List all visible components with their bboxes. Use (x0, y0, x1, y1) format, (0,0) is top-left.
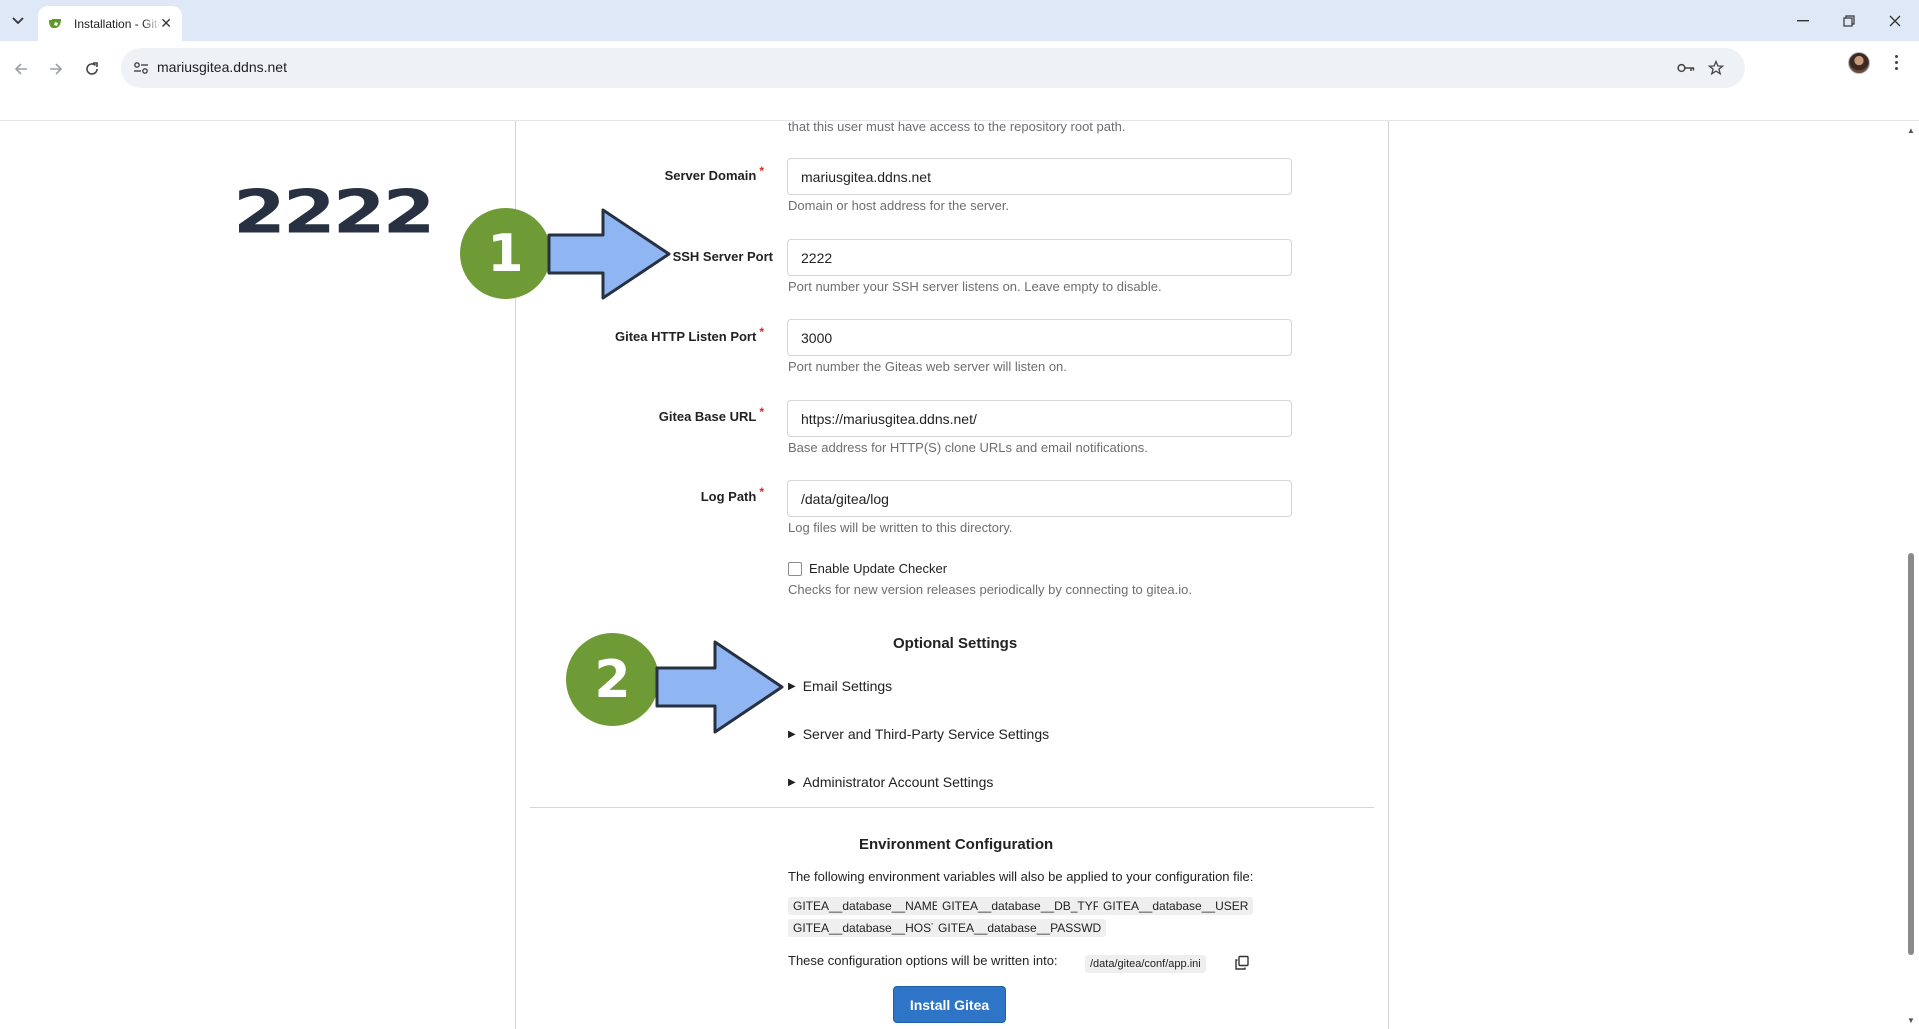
browser-titlebar: Installation - Gitea ✕ (0, 0, 1919, 41)
page-scrollbar[interactable]: ▲ ▼ (1903, 121, 1919, 1029)
forward-button[interactable] (41, 54, 71, 84)
environment-description: The following environment variables will… (788, 869, 1254, 884)
url-text[interactable]: mariusgitea.ddns.net (157, 59, 287, 75)
base-url-input[interactable] (787, 400, 1292, 437)
http-port-helper: Port number the Giteas web server will l… (788, 359, 1067, 374)
expand-triangle-icon: ▶ (788, 728, 796, 740)
required-star: * (759, 405, 764, 419)
forward-arrow-icon (50, 63, 63, 75)
profile-avatar[interactable] (1848, 52, 1870, 74)
required-star: * (759, 485, 764, 499)
log-path-input[interactable] (787, 480, 1292, 517)
environment-config-title: Environment Configuration (859, 836, 1054, 853)
repo-root-helper: that this user must have access to the r… (788, 121, 1126, 134)
base-url-label: Gitea Base URL * (658, 405, 764, 424)
annotation-arrow-2 (655, 640, 784, 734)
tab-search-button[interactable] (6, 9, 30, 33)
scrollbar-thumb[interactable] (1908, 553, 1914, 955)
password-key-icon[interactable] (1676, 58, 1696, 78)
install-gitea-button[interactable]: Install Gitea (893, 986, 1006, 1023)
annotation-badge-1: 1 (460, 208, 551, 299)
browser-toolbar: mariusgitea.ddns.net (0, 41, 1919, 121)
config-written-label: These configuration options will be writ… (788, 953, 1058, 968)
back-arrow-icon (14, 63, 27, 75)
site-info-icon[interactable] (131, 58, 151, 78)
minimize-icon (1797, 19, 1809, 21)
ssh-port-label: SSH Server Port (672, 249, 773, 264)
email-settings-toggle[interactable]: ▶ Email Settings (788, 678, 892, 694)
ssh-port-input[interactable] (787, 239, 1292, 276)
required-star: * (759, 164, 764, 178)
tab-close-icon[interactable]: ✕ (160, 15, 172, 32)
update-checker-label[interactable]: Enable Update Checker (809, 561, 947, 576)
env-var-chip: GITEA__database__NAME (788, 897, 945, 915)
browser-menu-icon[interactable] (1886, 51, 1906, 73)
env-var-chip: GITEA__database__USER (1098, 897, 1254, 915)
section-divider (530, 807, 1374, 808)
expand-triangle-icon: ▶ (788, 776, 796, 788)
tab-title: Installation - Gitea (74, 16, 160, 31)
restore-window-button[interactable] (1826, 0, 1872, 41)
annotation-badge-2: 2 (566, 633, 659, 726)
minimize-window-button[interactable] (1780, 0, 1826, 41)
admin-account-settings-toggle[interactable]: ▶ Administrator Account Settings (788, 774, 993, 790)
required-star: * (759, 325, 764, 339)
chevron-down-icon (12, 17, 24, 25)
reload-icon (86, 62, 98, 75)
annotation-arrow-1 (547, 208, 671, 300)
annotation-port-number: 2222 (233, 177, 436, 247)
base-url-helper: Base address for HTTP(S) clone URLs and … (788, 440, 1148, 455)
browser-tab-active[interactable]: Installation - Gitea ✕ (38, 6, 182, 41)
reload-button[interactable] (77, 54, 107, 84)
expand-triangle-icon: ▶ (788, 680, 796, 692)
ssh-port-helper: Port number your SSH server listens on. … (788, 279, 1162, 294)
server-domain-label: Server Domain * (664, 164, 764, 183)
scroll-up-icon[interactable]: ▲ (1906, 125, 1916, 135)
env-var-chip: GITEA__database__PASSWD (933, 919, 1107, 937)
address-bar[interactable]: mariusgitea.ddns.net (121, 48, 1745, 88)
close-icon (1889, 15, 1901, 26)
page-viewport: that this user must have access to the r… (0, 121, 1919, 1029)
http-port-label: Gitea HTTP Listen Port * (614, 325, 764, 344)
scroll-down-icon[interactable]: ▼ (1906, 1015, 1916, 1025)
server-domain-helper: Domain or host address for the server. (788, 198, 1010, 213)
update-checker-checkbox[interactable] (788, 562, 802, 576)
config-path-chip: /data/gitea/conf/app.ini (1085, 955, 1206, 973)
server-domain-input[interactable] (787, 158, 1292, 195)
restore-icon (1843, 14, 1855, 27)
update-checker-helper: Checks for new version releases periodic… (788, 582, 1192, 597)
copy-icon[interactable] (1234, 955, 1250, 971)
back-button[interactable] (6, 54, 36, 84)
log-path-helper: Log files will be written to this direct… (788, 520, 1013, 535)
http-port-input[interactable] (787, 319, 1292, 356)
env-var-chip: GITEA__database__DB_TYPE (937, 897, 1114, 915)
log-path-label: Log Path * (700, 485, 764, 504)
env-var-chip: GITEA__database__HOST (788, 919, 944, 937)
optional-settings-title: Optional Settings (893, 635, 1018, 652)
close-window-button[interactable] (1872, 0, 1918, 41)
server-service-settings-toggle[interactable]: ▶ Server and Third-Party Service Settings (788, 726, 1049, 742)
bookmark-star-icon[interactable] (1706, 58, 1726, 78)
gitea-favicon-icon (48, 18, 64, 30)
